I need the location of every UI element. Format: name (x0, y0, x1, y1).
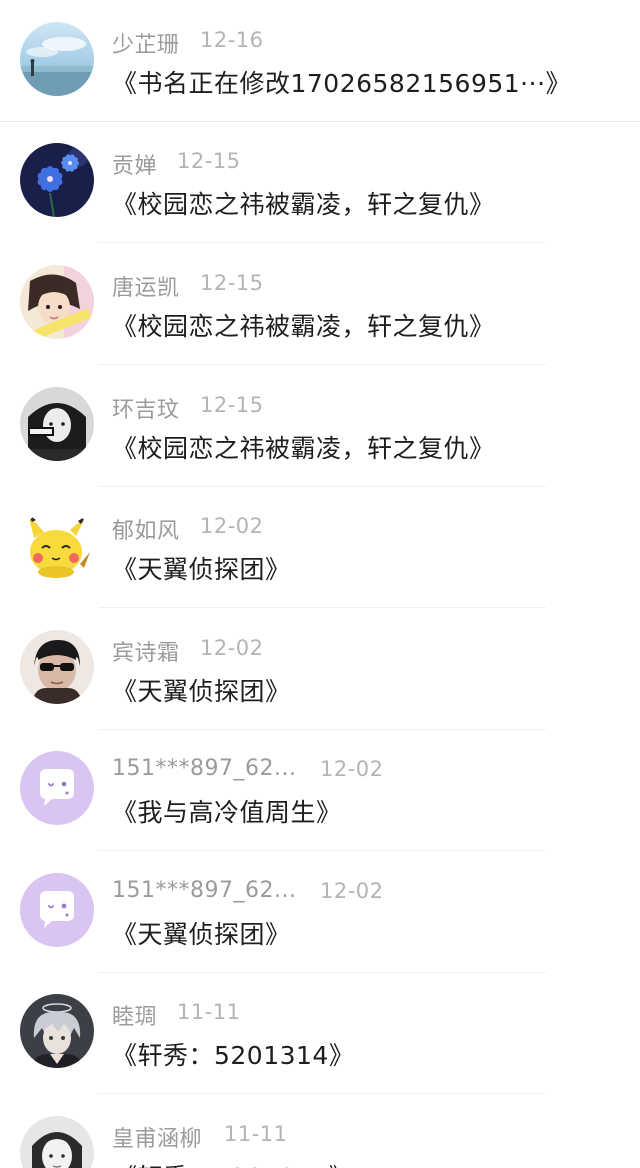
book-title[interactable]: 《我与高冷值周生》 (112, 793, 342, 829)
list-item[interactable]: 少芷珊 12-16 《书名正在修改17026582156951···》 (0, 0, 640, 122)
sender-name: 151***897_62... (112, 756, 297, 781)
girl-photo-avatar[interactable] (20, 265, 94, 339)
book-title[interactable]: 《书名正在修改17026582156951···》 (112, 64, 571, 100)
book-title[interactable]: 《轩秀：5201314》 (112, 1036, 354, 1072)
book-title[interactable]: 《天翼侦探团》 (112, 915, 291, 951)
list-item[interactable]: 环吉玟 12-15 《校园恋之祎被霸凌，轩之复仇》 (0, 365, 640, 487)
pikachu-avatar[interactable] (20, 508, 94, 582)
message-date: 12-02 (200, 636, 264, 660)
landscape-avatar[interactable] (20, 22, 94, 96)
message-date: 12-02 (320, 879, 384, 903)
message-date: 12-16 (200, 28, 264, 52)
list-item[interactable]: 唐运凯 12-15 《校园恋之祎被霸凌，轩之复仇》 (0, 243, 640, 365)
list-item[interactable]: 151***897_62... 12-02 《我与高冷值周生》 (0, 729, 640, 851)
book-title[interactable]: 《轩秀：5201314》 (112, 1158, 354, 1168)
sender-name: 151***897_62... (112, 878, 297, 903)
list-item[interactable]: 151***897_62... 12-02 《天翼侦探团》 (0, 851, 640, 973)
list-item[interactable]: 郁如风 12-02 《天翼侦探团》 (0, 486, 640, 608)
bw-supreme-avatar[interactable] (20, 387, 94, 461)
sender-name: 皇甫涵柳 (112, 1127, 203, 1152)
sender-name: 唐运凯 (112, 276, 180, 301)
message-date: 12-02 (200, 514, 264, 538)
sender-name: 睦琱 (112, 1005, 158, 1030)
message-date: 11-11 (177, 1000, 241, 1024)
book-title[interactable]: 《校园恋之祎被霸凌，轩之复仇》 (112, 307, 495, 343)
message-date: 12-15 (177, 149, 241, 173)
book-title[interactable]: 《校园恋之祎被霸凌，轩之复仇》 (112, 429, 495, 465)
blue-flower-avatar[interactable] (20, 143, 94, 217)
message-date: 12-02 (320, 757, 384, 781)
sunglasses-kid-avatar[interactable] (20, 630, 94, 704)
message-list: 少芷珊 12-16 《书名正在修改17026582156951···》 贡婵 1… (0, 0, 640, 1168)
sender-name: 郁如风 (112, 519, 180, 544)
sender-name: 贡婵 (112, 154, 158, 179)
sender-name: 环吉玟 (112, 398, 180, 423)
list-item[interactable]: 贡婵 12-15 《校园恋之祎被霸凌，轩之复仇》 (0, 121, 640, 243)
default-chat-avatar[interactable] (20, 751, 94, 825)
book-title[interactable]: 《校园恋之祎被霸凌，轩之复仇》 (112, 185, 495, 221)
message-date: 12-15 (200, 393, 264, 417)
book-title[interactable]: 《天翼侦探团》 (112, 550, 291, 586)
default-chat-avatar[interactable] (20, 873, 94, 947)
anime-boy-avatar[interactable] (20, 994, 94, 1068)
list-item[interactable]: 睦琱 11-11 《轩秀：5201314》 (0, 972, 640, 1094)
list-item[interactable]: 宾诗霜 12-02 《天翼侦探团》 (0, 608, 640, 730)
bw-girl-avatar[interactable] (20, 1116, 94, 1168)
sender-name: 少芷珊 (112, 33, 180, 58)
book-title[interactable]: 《天翼侦探团》 (112, 672, 291, 708)
list-item[interactable]: 皇甫涵柳 11-11 《轩秀：5201314》 (0, 1094, 640, 1168)
message-date: 11-11 (224, 1122, 288, 1146)
sender-name: 宾诗霜 (112, 641, 180, 666)
message-date: 12-15 (200, 271, 264, 295)
